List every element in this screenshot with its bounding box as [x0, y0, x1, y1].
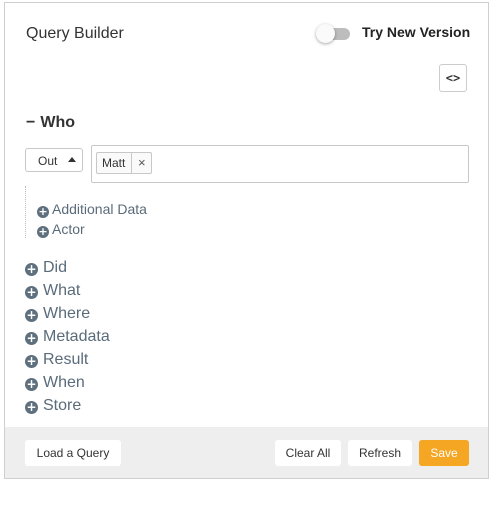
tag-label: Matt	[102, 156, 126, 170]
section-label: When	[43, 374, 85, 391]
direction-select-value: Out	[38, 154, 58, 168]
section-label: Where	[43, 305, 91, 322]
plus-circle-icon: +	[37, 205, 49, 218]
code-icon: <>	[445, 71, 461, 85]
section-metadata[interactable]: + Metadata	[25, 328, 110, 346]
section-where[interactable]: + Where	[25, 305, 90, 323]
section-label: Metadata	[43, 328, 110, 345]
who-sub-options: + Additional Data + Actor	[25, 186, 226, 238]
collapse-icon: −	[26, 114, 36, 131]
query-builder-panel: Query Builder Try New Version <> − Who Ou…	[4, 2, 489, 479]
sub-item-label: Actor	[52, 221, 85, 237]
plus-circle-icon: +	[25, 285, 38, 299]
footer-bar: Load a Query Clear All Refresh Save	[5, 427, 488, 478]
plus-circle-icon: +	[25, 331, 38, 345]
section-result[interactable]: + Result	[25, 351, 88, 369]
plus-circle-icon: +	[25, 262, 38, 276]
remove-tag-icon[interactable]: ×	[131, 153, 151, 173]
section-when[interactable]: + When	[25, 374, 85, 392]
add-additional-data[interactable]: + Additional Data	[37, 201, 147, 218]
add-actor[interactable]: + Actor	[37, 221, 85, 238]
section-did[interactable]: + Did	[25, 259, 67, 277]
section-what[interactable]: + What	[25, 282, 80, 300]
section-label: What	[43, 282, 81, 299]
section-store[interactable]: + Store	[25, 397, 81, 415]
toggle-knob	[316, 24, 335, 43]
plus-circle-icon: +	[25, 354, 38, 368]
new-version-toggle[interactable]	[316, 24, 352, 44]
sub-item-label: Additional Data	[52, 201, 147, 217]
plus-circle-icon: +	[25, 400, 38, 414]
toggle-label: Try New Version	[362, 24, 471, 40]
plus-circle-icon: +	[25, 377, 38, 391]
direction-select[interactable]: Out	[25, 148, 83, 172]
actor-tag-input[interactable]: Matt ×	[91, 145, 469, 183]
code-view-button[interactable]: <>	[439, 64, 467, 92]
panel-title: Query Builder	[26, 25, 124, 42]
clear-all-button[interactable]: Clear All	[275, 440, 341, 466]
caret-up-icon	[68, 157, 76, 162]
who-label: Who	[40, 114, 75, 131]
section-label: Result	[43, 351, 89, 368]
who-section-header[interactable]: − Who	[26, 114, 75, 132]
plus-circle-icon: +	[37, 225, 49, 238]
load-query-button[interactable]: Load a Query	[25, 440, 121, 466]
plus-circle-icon: +	[25, 308, 38, 322]
section-label: Store	[43, 397, 82, 414]
section-label: Did	[43, 259, 68, 276]
refresh-button[interactable]: Refresh	[348, 440, 412, 466]
tag-matt: Matt ×	[96, 152, 153, 174]
save-button[interactable]: Save	[419, 440, 469, 466]
